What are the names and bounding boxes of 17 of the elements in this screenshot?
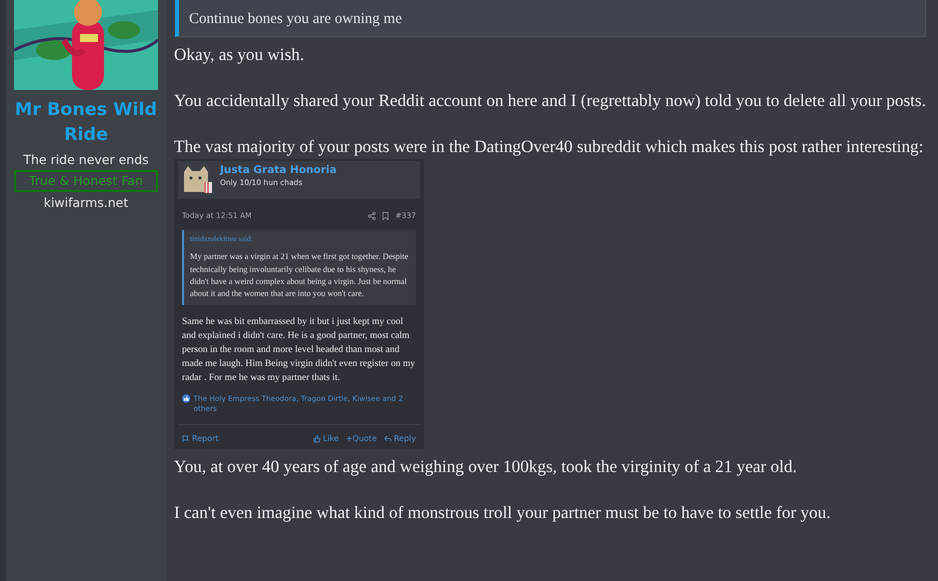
action-link[interactable]: Report <box>182 434 219 443</box>
post-paragraph: The vast majority of your posts were in the DatingOver40 subreddit which makes this post rather interesting: <box>174 136 924 158</box>
quote-text: My partner was a virgin at 21 when we first got together. Despite technically being involuntarily celibate due to his shyness, he didn't have a weird complex about being a virgin. Just be normal about it and the women that are into you won't care. <box>190 251 410 300</box>
post-paragraph: Okay, as you wish. <box>174 44 306 66</box>
post-paragraph: I can't even imagine what kind of monstrous troll your partner must be to have to settle for you. <box>174 502 832 524</box>
quote-block: Continue bones you are owning me <box>175 0 926 37</box>
username[interactable]: Justa Grata Honoria <box>220 164 337 176</box>
post-paragraph: You accidentally shared your Reddit account on here and I (regrettably now) told you to delete all your posts. <box>174 90 926 112</box>
action-link[interactable]: Like <box>312 434 339 443</box>
user-location: kiwifarms.net <box>44 195 128 210</box>
action-link[interactable]: Reply <box>384 434 416 443</box>
post-body: Same he was bit embarrassed by it but i just kept my cool and explained i didn't care. He is a good partner, most calm person in the room and more level headed than most and made me laugh. Him Being virgin didn't even register on my radar . For me he was my partner thats it. <box>181 314 416 386</box>
post-paragraph: You, at over 40 years of age and weighing over 100kgs, took the virginity of a 21 year old. <box>174 456 798 478</box>
user-banner: True & Honest Fan <box>14 170 158 192</box>
user-title: The ride never ends <box>23 152 149 167</box>
username[interactable]: Mr Bones Wild Ride <box>11 98 161 148</box>
action-link[interactable]: +Quote <box>346 434 377 443</box>
